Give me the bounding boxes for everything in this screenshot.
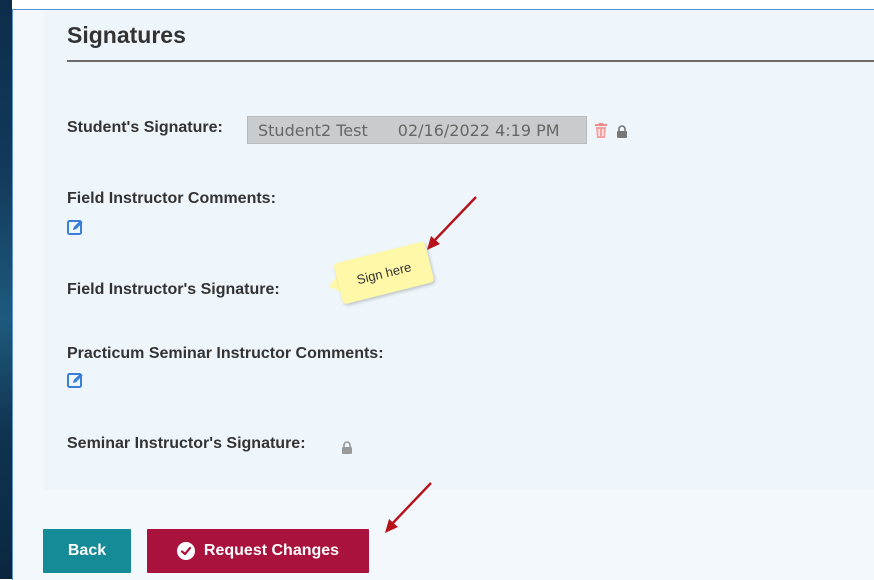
practicum-comments-label: Practicum Seminar Instructor Comments: — [67, 345, 384, 362]
seminar-signature-label: Seminar Instructor's Signature: — [67, 435, 306, 452]
annotation-arrow-lower — [385, 482, 432, 533]
annotation-arrow-upper — [427, 196, 477, 250]
section-title: Signatures — [67, 22, 186, 48]
student-signature-box: Student2 Test 02/16/2022 4:19 PM — [247, 116, 587, 144]
lock-icon — [342, 441, 352, 454]
circle-check-icon — [176, 542, 195, 560]
left-background-strip — [0, 0, 12, 579]
trash-icon[interactable] — [595, 123, 607, 138]
student-signature-timestamp: 02/16/2022 4:19 PM — [397, 120, 560, 140]
title-divider — [67, 60, 874, 62]
student-signature-name: Student2 Test — [258, 120, 368, 140]
edit-icon[interactable] — [67, 219, 84, 236]
back-button[interactable]: Back — [43, 529, 131, 573]
back-button-label: Back — [67, 542, 107, 559]
request-changes-button[interactable]: Request Changes — [147, 529, 369, 573]
request-changes-label: Request Changes — [203, 542, 340, 559]
sticky-note-text: Sign here — [355, 258, 413, 287]
lock-icon — [617, 125, 627, 138]
field-instructor-signature-label: Field Instructor's Signature: — [67, 281, 280, 298]
edit-icon[interactable] — [67, 372, 84, 389]
field-instructor-comments-label: Field Instructor Comments: — [67, 190, 276, 207]
student-signature-label: Student's Signature: — [67, 119, 223, 136]
form-frame: Signatures Student's Signature: Student2… — [12, 9, 874, 580]
